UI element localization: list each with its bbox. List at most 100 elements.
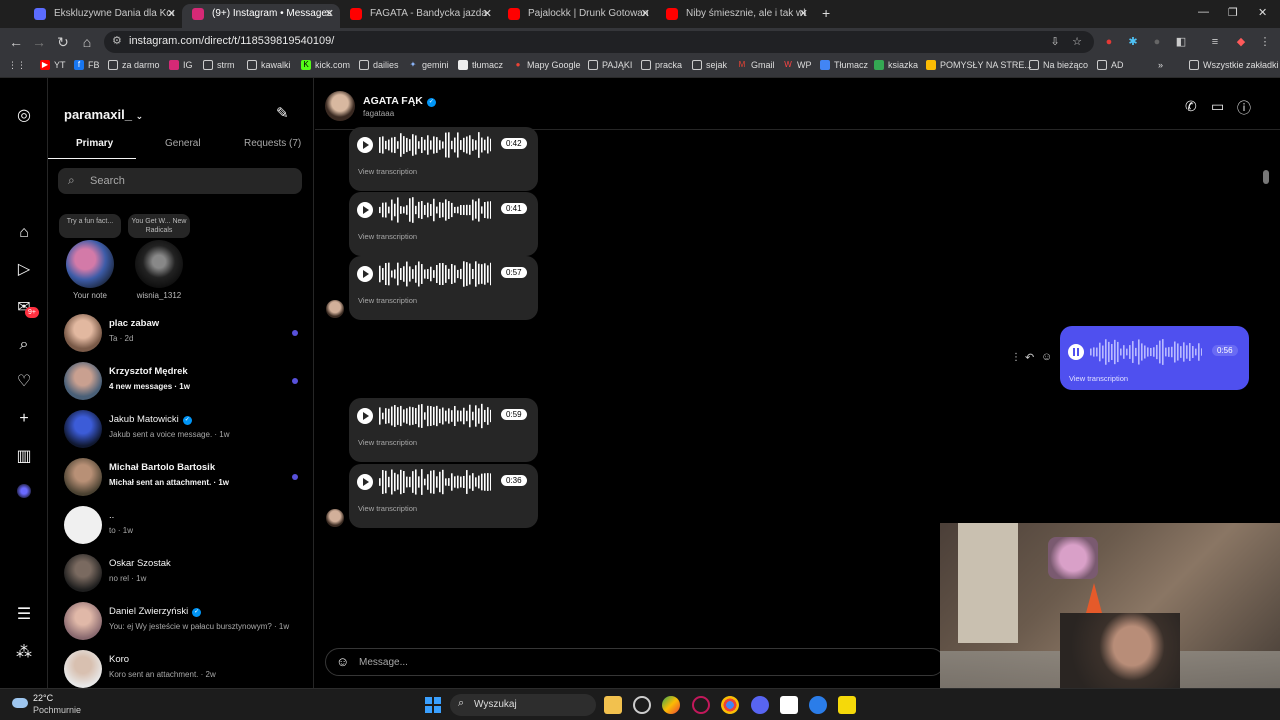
conversation-item[interactable]: Michał Bartolo Bartosik Michał sent an a… (48, 454, 313, 502)
conversation-item[interactable]: Koro Koro sent an attachment. · 2w (48, 646, 313, 688)
browser-tab[interactable]: Niby śmiesznie, ale i tak wkurza ✕ (656, 4, 814, 28)
tab-requests[interactable]: Requests (7) (244, 138, 301, 149)
maximize-icon[interactable]: ❐ (1228, 6, 1238, 19)
minimize-icon[interactable]: — (1198, 6, 1209, 18)
bookmark-item[interactable]: ● Mapy Google (513, 60, 581, 70)
avatar[interactable] (325, 91, 355, 121)
tab-close-icon[interactable]: ✕ (167, 4, 176, 24)
tab-close-icon[interactable]: ✕ (641, 4, 650, 24)
bookmark-item[interactable]: ksiazka (874, 60, 918, 70)
emoji-icon[interactable]: ☺ (336, 654, 349, 669)
instagram-logo-icon[interactable]: ◎ (14, 106, 34, 126)
conversation-item[interactable]: Krzysztof Mędrek 4 new messages · 1w (48, 358, 313, 406)
profile-icon[interactable]: ◆ (1234, 35, 1248, 49)
extension-icon[interactable]: ✱ (1126, 35, 1140, 49)
bookmark-item[interactable]: Tłumacz (820, 60, 868, 70)
play-button[interactable] (357, 266, 373, 282)
all-bookmarks-folder[interactable]: Wszystkie zakładki (1189, 60, 1279, 70)
view-transcription-link[interactable]: View transcription (358, 296, 417, 305)
conversation-item[interactable]: Oskar Szostak no rel · 1w (48, 550, 313, 598)
scrollbar[interactable] (1263, 170, 1269, 184)
tab-close-icon[interactable]: ✕ (799, 4, 808, 24)
also-from-meta-icon[interactable]: ⁂ (14, 643, 34, 663)
conversation-item[interactable]: .. to · 1w (48, 502, 313, 550)
browser-tab[interactable]: Ekskluzywne Dania dla Koneserów ✕ (24, 4, 182, 28)
bookmark-item[interactable]: W WP (783, 60, 811, 70)
bookmark-item[interactable]: strm (203, 60, 235, 70)
view-transcription-link[interactable]: View transcription (358, 438, 417, 447)
reply-icon[interactable]: ↶ (1025, 351, 1034, 364)
more-bookmarks-icon[interactable]: » (1158, 60, 1163, 70)
windows-start-icon[interactable] (425, 697, 441, 713)
bookmark-item[interactable]: za darmo (108, 60, 160, 70)
play-button[interactable] (357, 137, 373, 153)
play-button[interactable] (357, 474, 373, 490)
bookmark-item[interactable]: POMYSŁY NA STRE... (926, 60, 1032, 70)
notifications-heart-icon[interactable]: ♡ (14, 372, 34, 392)
app-icon[interactable] (692, 696, 710, 714)
file-explorer-icon[interactable] (604, 696, 622, 714)
bookmark-item[interactable]: f FB (74, 60, 100, 70)
bookmark-item[interactable]: sejak (692, 60, 727, 70)
reels-icon[interactable]: ▷ (14, 260, 34, 280)
app-icon[interactable] (838, 696, 856, 714)
site-info-icon[interactable]: ⚙ (112, 34, 122, 47)
tab-close-icon[interactable]: ✕ (483, 4, 492, 24)
phone-call-icon[interactable]: ✆ (1185, 98, 1197, 115)
message-input[interactable]: ☺ Message... (325, 648, 945, 676)
react-emoji-icon[interactable]: ☺ (1041, 351, 1052, 363)
taskbar-search[interactable]: ⌕ Wyszukaj (450, 694, 596, 716)
play-button[interactable] (357, 202, 373, 218)
search-input[interactable]: ⌕ Search (58, 168, 302, 194)
more-menu-icon[interactable]: ☰ (14, 605, 34, 625)
account-switcher[interactable]: paramaxil_ ⌄ (64, 107, 143, 122)
profile-avatar[interactable] (17, 484, 31, 498)
home-icon[interactable]: ⌂ (14, 223, 34, 243)
bookmark-item[interactable]: Na bieżąco (1029, 60, 1088, 70)
app-icon[interactable] (809, 696, 827, 714)
home-icon[interactable]: ⌂ (79, 34, 95, 50)
pause-button[interactable] (1068, 344, 1084, 360)
info-icon[interactable]: ⓘ (1237, 98, 1251, 118)
more-options-icon[interactable]: ⋮ (1011, 352, 1021, 363)
view-transcription-link[interactable]: View transcription (358, 167, 417, 176)
record-extension-icon[interactable]: ● (1102, 35, 1116, 49)
bookmark-item[interactable]: M Gmail (737, 60, 775, 70)
bookmark-item[interactable]: Kkick.com (301, 60, 350, 70)
extensions-puzzle-icon[interactable]: ◧ (1174, 35, 1188, 49)
menu-dots-icon[interactable]: ⋮ (1258, 35, 1272, 49)
reload-icon[interactable]: ↻ (55, 34, 71, 50)
new-tab-icon[interactable]: + (822, 5, 830, 21)
bookmark-item[interactable]: dailies (359, 60, 399, 70)
bookmark-item[interactable]: PAJĄKI (588, 60, 632, 70)
bookmark-star-icon[interactable]: ☆ (1070, 35, 1084, 49)
close-window-icon[interactable]: ✕ (1258, 6, 1267, 19)
chat-contact-name[interactable]: AGATA FĄK ✓ (363, 95, 436, 107)
view-transcription-link[interactable]: View transcription (358, 504, 417, 513)
tab-primary[interactable]: Primary (76, 138, 113, 149)
conversation-item[interactable]: plac zabaw Ta · 2d (48, 310, 313, 358)
bookmark-item[interactable]: ✦ gemini (408, 60, 449, 70)
view-transcription-link[interactable]: View transcription (1069, 374, 1128, 383)
apps-grid-icon[interactable]: ⋮⋮ (8, 60, 26, 71)
bookmark-item[interactable]: pracka (641, 60, 682, 70)
view-transcription-link[interactable]: View transcription (358, 232, 417, 241)
chrome-icon[interactable] (721, 696, 739, 714)
dashboard-icon[interactable]: ▥ (14, 447, 34, 467)
app-icon[interactable] (780, 696, 798, 714)
extension-icon[interactable]: ● (1150, 35, 1164, 49)
sender-avatar[interactable] (326, 509, 344, 527)
tab-general[interactable]: General (165, 138, 201, 149)
play-button[interactable] (357, 408, 373, 424)
video-call-icon[interactable]: ▭ (1211, 98, 1224, 115)
bookmark-item[interactable]: tłumacz (458, 60, 503, 70)
new-message-icon[interactable]: ✎ (276, 104, 289, 122)
browser-tab[interactable]: Pajalockk | Drunk Gotowanie z A ✕ (498, 4, 656, 28)
back-icon[interactable]: ← (8, 34, 24, 50)
forward-icon[interactable]: → (31, 34, 47, 50)
bookmark-item[interactable]: AD (1097, 60, 1124, 70)
browser-tab[interactable]: FAGATA - Bandycka jazda - YouTube ✕ (340, 4, 498, 28)
tab-close-icon[interactable]: ✕ (325, 4, 334, 24)
create-icon[interactable]: + (14, 409, 34, 429)
address-bar[interactable]: ⚙ instagram.com/direct/t/118539819540109… (104, 31, 1094, 53)
